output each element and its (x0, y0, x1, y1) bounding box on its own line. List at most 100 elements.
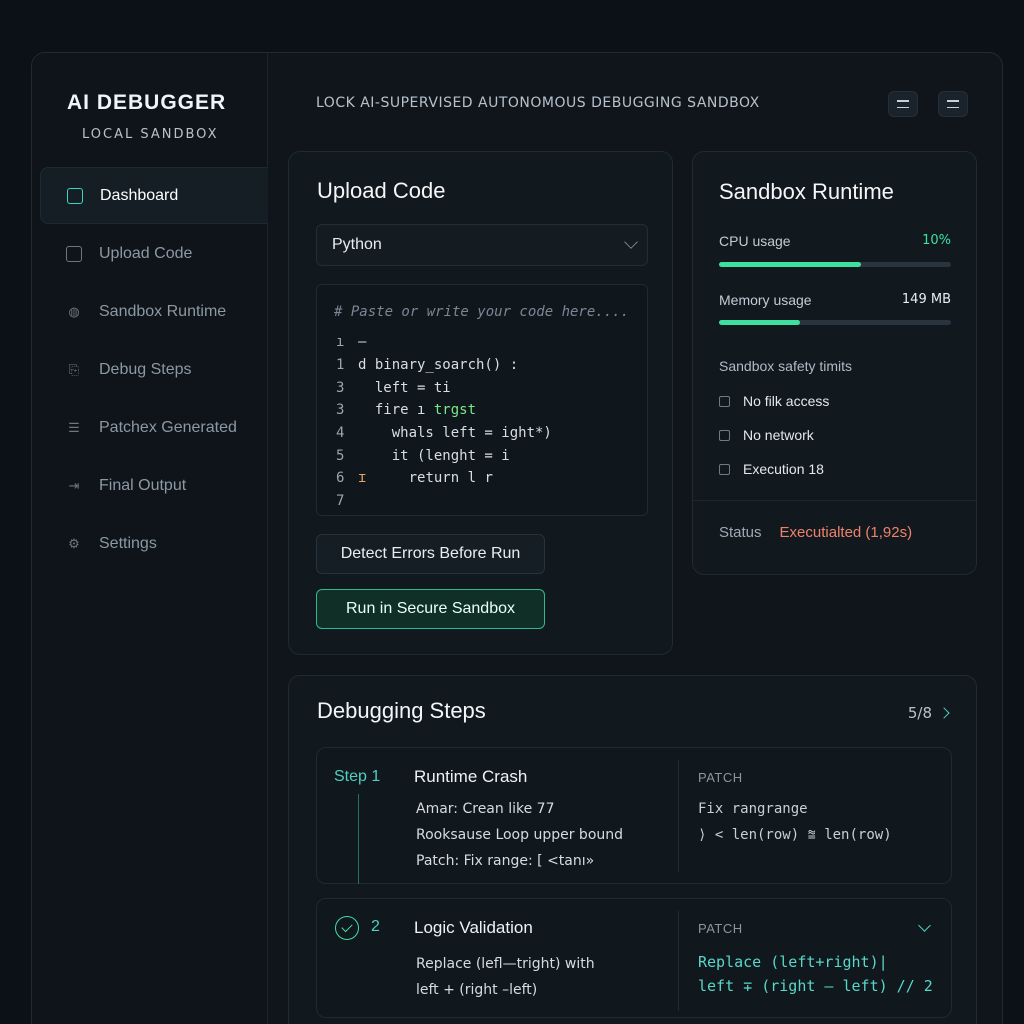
menu-icon (897, 100, 909, 102)
limit-checkbox[interactable]: Execution 18 (719, 461, 824, 477)
chevron-right-icon[interactable] (938, 707, 950, 719)
memory-usage-bar (719, 320, 951, 325)
runtime-card-title: Sandbox Runtime (719, 179, 894, 204)
chevron-down-icon[interactable] (918, 919, 931, 932)
code-line: 6 ɪ return l r (336, 467, 552, 490)
sandbox-runtime-card: Sandbox Runtime CPU usage 10% Memory usa… (692, 151, 977, 575)
line-number: 5 (336, 447, 345, 464)
step-detail: left + (right –left) (416, 982, 538, 998)
debug-card-title: Debugging Steps (317, 698, 486, 723)
code-lines: ı – 1 d binary_soarch() : 3 left = ti 3 … (336, 331, 552, 513)
divider (678, 911, 679, 1011)
line-text: ɪ return l r (358, 470, 493, 487)
chevron-down-icon (624, 235, 638, 249)
status-row: Status Executialted (1,92s) (719, 524, 912, 541)
debugging-steps-card: Debugging Steps 5/8 Step 1 Runtime Crash… (288, 675, 977, 1024)
sidebar-nav: Dashboard Upload Code ◍ Sandbox Runtime … (40, 167, 268, 573)
checkbox[interactable] (719, 395, 730, 407)
line-text: left = ti (358, 379, 451, 396)
patch-line: Fix rangrange (698, 801, 808, 817)
sidebar-item-label: Upload Code (99, 244, 193, 262)
limit-label: No network (743, 427, 814, 443)
memory-usage-value: 149 MB (901, 292, 951, 307)
line-number: 7 (336, 493, 345, 510)
cpu-usage-value: 10% (922, 233, 951, 248)
line-number: 4 (336, 425, 345, 442)
sidebar-item-dashboard[interactable]: Dashboard (40, 167, 268, 224)
brand: AI DEBUGGER LOCAL SANDBOX (67, 91, 226, 142)
square-icon (66, 245, 82, 262)
steps-pager[interactable]: 5/8 (907, 704, 950, 722)
app-window: AI DEBUGGER LOCAL SANDBOX Dashboard Uplo… (31, 52, 1003, 1024)
step-detail: Patch: Fix range: [ <tanı» (416, 853, 595, 869)
code-editor[interactable]: # Paste or write your code here.... ı – … (316, 284, 648, 516)
checkbox[interactable] (719, 463, 730, 475)
step-detail: Replace (lefl—tright) with (416, 956, 595, 972)
run-sandbox-button[interactable]: Run in Secure Sandbox (316, 589, 545, 629)
cpu-usage-row: CPU usage 10% (719, 233, 951, 249)
sidebar: AI DEBUGGER LOCAL SANDBOX Dashboard Uplo… (32, 53, 268, 1024)
safety-limits-title: Sandbox safety timits (719, 358, 853, 374)
sidebar-item-final-output[interactable]: ⇥ Final Output (40, 457, 268, 514)
sidebar-item-patches[interactable]: ☰ Patchex Generated (40, 399, 268, 456)
square-icon (67, 187, 83, 204)
sidebar-item-sandbox-runtime[interactable]: ◍ Sandbox Runtime (40, 283, 268, 340)
debug-step[interactable]: 2 Logic Validation Replace (lefl—tright)… (316, 898, 952, 1018)
line-number: 3 (336, 379, 345, 396)
status-label: Status (719, 524, 762, 541)
code-line: 1 d binary_soarch() : (336, 354, 552, 377)
code-line: 4 whals left = ight*) (336, 422, 552, 445)
divider (693, 500, 976, 501)
limit-checkbox[interactable]: No filk access (719, 393, 829, 409)
sidebar-item-debug-steps[interactable]: ⎘ Debug Steps (40, 341, 268, 398)
step-title: Logic Validation (414, 918, 533, 937)
code-line: 3 left = ti (336, 376, 552, 399)
step-label: 2 (371, 918, 380, 935)
step-detail: Amar: Crean like 77 (416, 801, 555, 817)
line-text: fire ı trgst (358, 402, 477, 419)
language-select[interactable]: Python (316, 224, 648, 266)
line-number: 3 (336, 402, 345, 419)
globe-icon: ◍ (68, 303, 80, 319)
export-icon: ⇥ (68, 477, 80, 493)
app-title: AI DEBUGGER (67, 91, 227, 114)
list-icon: ☰ (68, 419, 80, 435)
limit-checkbox[interactable]: No network (719, 427, 814, 443)
language-select-value: Python (332, 236, 382, 253)
line-text: whals left = ight*) (358, 425, 552, 442)
step-title: Runtime Crash (414, 767, 528, 786)
code-token-highlight: trgst (433, 402, 477, 419)
sidebar-item-label: Debug Steps (99, 360, 192, 378)
patch-line: Replace (left+right)| (698, 953, 888, 971)
sidebar-item-label: Settings (99, 534, 157, 552)
upload-card-title: Upload Code (317, 178, 446, 203)
clipboard-icon: ⎘ (68, 361, 80, 377)
menu-icon (947, 100, 959, 102)
detect-errors-button[interactable]: Detect Errors Before Run (316, 534, 545, 574)
sidebar-item-label: Sandbox Runtime (99, 302, 227, 320)
code-line: 7 (336, 490, 552, 513)
divider (678, 760, 679, 872)
menu-button[interactable] (888, 91, 918, 117)
line-number: ı (336, 334, 345, 351)
patch-line: ⟩ < len(row) ⩰ len(row) (698, 827, 892, 843)
sidebar-item-settings[interactable]: ⚙ Settings (40, 515, 268, 572)
check-circle-icon (335, 916, 359, 940)
limit-label: No filk access (743, 393, 830, 409)
patch-label: PATCH (698, 921, 743, 936)
gear-icon: ⚙ (68, 535, 80, 551)
debug-step[interactable]: Step 1 Runtime Crash Amar: Crean like 77… (316, 747, 952, 884)
cpu-usage-bar (719, 262, 951, 267)
timeline-line (358, 794, 359, 884)
code-line: 3 fire ı trgst (336, 399, 552, 422)
steps-count: 5/8 (907, 704, 932, 722)
options-button[interactable] (938, 91, 968, 117)
checkbox[interactable] (719, 429, 730, 441)
cpu-usage-fill (719, 262, 861, 267)
sidebar-item-upload-code[interactable]: Upload Code (40, 225, 268, 282)
patch-label: PATCH (698, 770, 743, 785)
upload-code-card: Upload Code Python # Paste or write your… (288, 151, 673, 655)
code-line: ı – (336, 331, 552, 354)
limit-label: Execution 18 (743, 461, 824, 477)
memory-usage-label: Memory usage (719, 292, 812, 308)
